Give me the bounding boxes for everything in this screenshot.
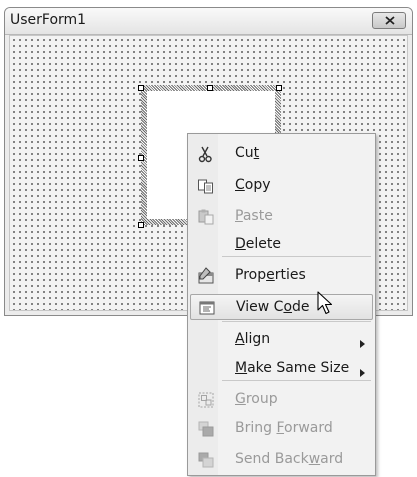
- menu-item-label: Group: [235, 391, 278, 407]
- bring-forward-icon: [197, 420, 215, 438]
- copy-icon: [197, 177, 215, 195]
- menu-item-label: Send Backward: [235, 451, 344, 467]
- menu-item: Send Backward: [190, 447, 373, 473]
- resize-handle-ne[interactable]: [276, 85, 282, 91]
- menu-item: Bring Forward: [190, 416, 373, 442]
- mouse-cursor-icon: [317, 291, 333, 315]
- menu-item-label: Cut: [235, 145, 260, 161]
- title-bar[interactable]: UserForm1: [5, 8, 412, 35]
- resize-handle-n[interactable]: [207, 85, 213, 91]
- menu-item-label: Delete: [235, 236, 281, 252]
- view-code-icon: [198, 299, 216, 317]
- menu-separator: [222, 321, 371, 322]
- menu-item[interactable]: View Code: [190, 294, 373, 320]
- properties-icon: [197, 267, 215, 285]
- menu-item: Paste: [190, 204, 373, 230]
- menu-item-label: Properties: [235, 267, 306, 283]
- resize-handle-w[interactable]: [138, 155, 144, 161]
- context-menu: Cut Copy Paste Delete Properties View Code Ali…: [187, 133, 376, 476]
- paste-icon: [197, 208, 215, 226]
- resize-handle-sw[interactable]: [138, 222, 144, 228]
- menu-item-label: Paste: [235, 208, 273, 224]
- scissors-icon: [197, 145, 215, 163]
- resize-handle-nw[interactable]: [138, 85, 144, 91]
- group-icon: [197, 391, 215, 409]
- menu-item-label: Make Same Size: [235, 360, 350, 376]
- menu-item[interactable]: Copy: [190, 173, 373, 199]
- menu-item-label: Copy: [235, 177, 271, 193]
- menu-item[interactable]: Make Same Size: [190, 356, 373, 382]
- menu-item-label: Bring Forward: [235, 420, 333, 436]
- menu-item-label: Align: [235, 331, 271, 347]
- menu-item-label: View Code: [236, 299, 310, 315]
- submenu-arrow-icon: [360, 336, 365, 352]
- send-backward-icon: [197, 451, 215, 469]
- menu-item[interactable]: Align: [190, 327, 373, 353]
- menu-item[interactable]: Properties: [190, 263, 373, 289]
- menu-item[interactable]: Delete: [190, 232, 373, 258]
- close-button[interactable]: [372, 12, 406, 29]
- close-x-icon: [385, 16, 395, 25]
- submenu-arrow-icon: [360, 365, 365, 381]
- menu-item: Group: [190, 387, 373, 413]
- window-title: UserForm1: [10, 12, 87, 28]
- menu-item[interactable]: Cut: [190, 141, 373, 167]
